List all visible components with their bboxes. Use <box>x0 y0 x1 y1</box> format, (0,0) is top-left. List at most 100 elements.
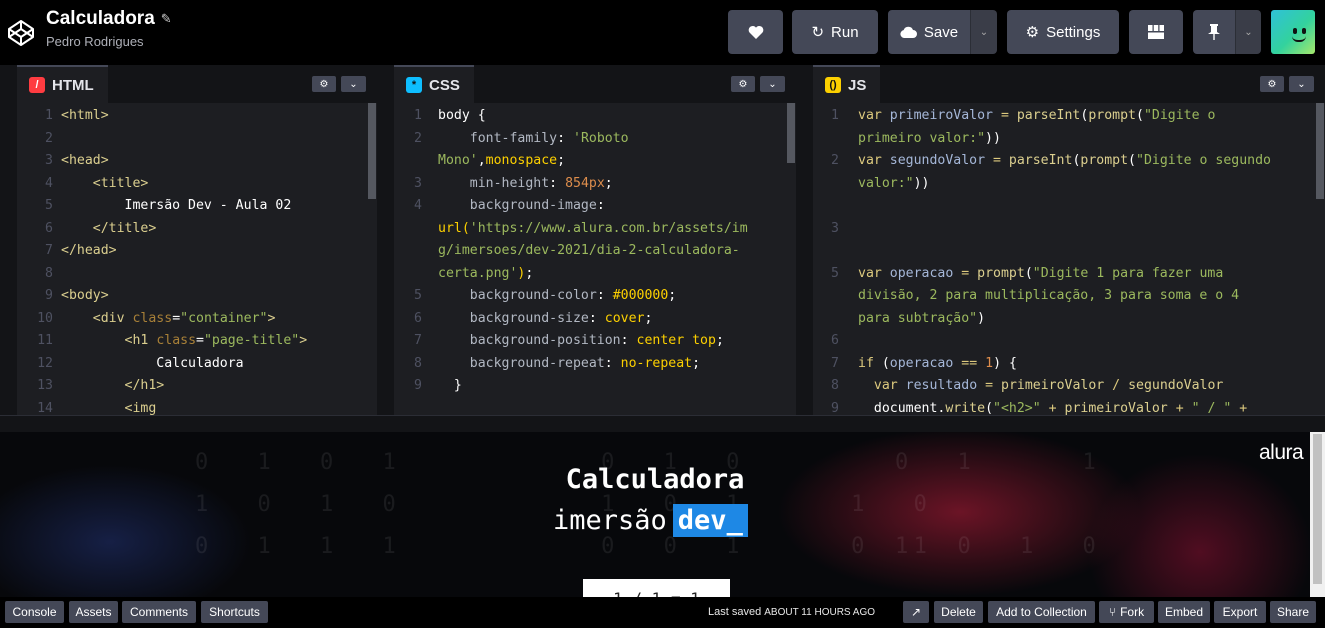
run-label: Run <box>831 23 859 41</box>
code-line: url('https://www.alura.com.br/assets/im <box>438 220 748 236</box>
preview-scrollbar[interactable] <box>1310 432 1325 597</box>
delete-button[interactable]: Delete <box>934 601 983 623</box>
code-line: 9 <body> <box>45 288 109 303</box>
last-saved-status: Last saved ABOUT 11 HOURS AGO <box>708 606 875 618</box>
html-collapse-button[interactable]: ⌄ <box>341 76 366 92</box>
gear-icon: ⚙ <box>319 78 329 90</box>
save-dropdown-button[interactable]: ⌄ <box>970 10 997 54</box>
code-line: 5 background-color: #000000; <box>414 288 677 303</box>
html-editor-pane: / HTML ⚙ ⌄ 1 <html> 2 3 <head> 4 <title> 5… <box>17 65 377 415</box>
code-line: 6 </title> <box>45 220 157 236</box>
code-line: 3 <head> <box>45 153 109 168</box>
css-code[interactable]: 1 body { 2 font-family: 'Roboto Mono',mon… <box>394 103 796 415</box>
css-collapse-button[interactable]: ⌄ <box>760 76 785 92</box>
settings-button[interactable]: ⚙ Settings <box>1007 10 1119 54</box>
shortcuts-button[interactable]: Shortcuts <box>201 601 268 623</box>
css-scrollbar[interactable] <box>786 103 796 415</box>
tab-html-label: HTML <box>52 76 94 94</box>
last-saved-label: Last saved <box>708 606 762 618</box>
js-collapse-button[interactable]: ⌄ <box>1289 76 1314 92</box>
editor-panes: / HTML ⚙ ⌄ 1 <html> 2 3 <head> 4 <title> 5… <box>0 65 1325 415</box>
pencil-icon[interactable]: ✎ <box>161 11 172 27</box>
code-line: 7 background-position: center top; <box>414 333 724 348</box>
change-view-button[interactable] <box>1129 10 1183 54</box>
preview-frame[interactable]: 0 1 0 1 0 1 0 1 0 1 0 1 0 1 1 0 0 1 1 1 … <box>0 432 1325 597</box>
chevron-down-icon: ⌄ <box>349 78 358 90</box>
open-external-button[interactable]: ↗ <box>903 601 929 623</box>
code-line: 7 if (operacao == 1) { <box>831 355 1017 371</box>
tab-html[interactable]: / HTML <box>17 65 108 103</box>
add-to-collection-button[interactable]: Add to Collection <box>988 601 1095 623</box>
comments-button[interactable]: Comments <box>122 601 196 623</box>
preview-title: Calculadora <box>565 464 745 495</box>
pen-author[interactable]: Pedro Rodrigues <box>46 34 172 49</box>
embed-button[interactable]: Embed <box>1158 601 1210 623</box>
code-line: 6 background-size: cover; <box>414 310 653 326</box>
chevron-down-icon: ⌄ <box>979 26 989 38</box>
result-box: 1 / 1 = 1 <box>583 579 730 597</box>
heart-button[interactable] <box>728 10 783 54</box>
pin-icon <box>1208 24 1220 40</box>
refresh-icon: ↻ <box>811 24 825 41</box>
tab-css-label: CSS <box>429 76 460 94</box>
code-line: 4 background-image: <box>414 198 605 213</box>
pen-title[interactable]: Calculadora <box>46 8 155 30</box>
code-line: 13 </h1> <box>37 378 165 393</box>
alura-logo: alura <box>1259 441 1304 464</box>
run-button[interactable]: ↻ Run <box>792 10 878 54</box>
js-code[interactable]: 1 var primeiroValor = parseInt(prompt("Di… <box>813 103 1325 415</box>
settings-label: Settings <box>1046 23 1101 41</box>
css-editor-pane: * CSS ⚙ ⌄ 1 body { 2 font-family: 'Roboto… <box>394 65 796 415</box>
fork-icon: ⑂ <box>1108 605 1117 619</box>
html-settings-button[interactable]: ⚙ <box>312 76 336 92</box>
code-line: 8 <box>45 265 53 281</box>
share-button[interactable]: Share <box>1270 601 1316 623</box>
code-line: para subtração") <box>858 310 986 326</box>
html-code[interactable]: 1 <html> 2 3 <head> 4 <title> 5 Imersão De… <box>17 103 377 415</box>
export-button[interactable]: Export <box>1214 601 1266 623</box>
code-line: 7 </head> <box>45 243 117 258</box>
code-line: 4 <title> <box>45 175 149 191</box>
js-settings-button[interactable]: ⚙ <box>1260 76 1284 92</box>
grid-icon <box>1148 25 1164 39</box>
assets-button[interactable]: Assets <box>69 601 118 623</box>
tab-css[interactable]: * CSS <box>394 65 474 103</box>
js-icon: () <box>825 77 841 93</box>
avatar[interactable] <box>1271 10 1315 54</box>
tab-js[interactable]: () JS <box>813 65 881 103</box>
resize-handle[interactable] <box>0 415 1325 432</box>
code-line: 8 var resultado = primeiroValor / segund… <box>831 378 1224 393</box>
code-line: 1 var primeiroValor = parseInt(prompt("Di… <box>831 108 1216 123</box>
code-line: 1 <html> <box>45 108 109 123</box>
pin-button[interactable] <box>1193 10 1235 54</box>
console-button[interactable]: Console <box>5 601 64 623</box>
code-line: 3 min-height: 854px; <box>414 175 613 191</box>
code-line: 2 font-family: 'Roboto <box>414 130 629 146</box>
subtitle-plain: imersão <box>553 505 667 536</box>
codepen-logo-icon[interactable] <box>6 18 36 48</box>
code-line: g/imersoes/dev-2021/dia-2-calculadora- <box>438 243 740 258</box>
tab-js-label: JS <box>848 76 867 94</box>
pin-dropdown-button[interactable]: ⌄ <box>1235 10 1261 54</box>
fork-button[interactable]: ⑂ Fork <box>1099 601 1154 623</box>
code-line: valor:")) <box>858 175 930 191</box>
code-line: 2 <box>45 130 53 146</box>
code-line: 5 var operacao = prompt("Digite 1 para fa… <box>831 265 1224 281</box>
code-line: certa.png'); <box>438 265 534 281</box>
background-digits: 1 0 1 0 <box>895 534 1114 559</box>
code-line: 1 body { <box>414 108 486 123</box>
code-line: 9 } <box>414 378 462 393</box>
js-scrollbar[interactable] <box>1315 103 1325 415</box>
html-icon: / <box>29 77 45 93</box>
top-header: Calculadora ✎ Pedro Rodrigues ↻ Run Save… <box>0 0 1325 65</box>
save-button[interactable]: Save <box>888 10 970 54</box>
gear-icon: ⚙ <box>1025 24 1040 41</box>
background-digits: 0 1 1 1 0 0 1 0 1 <box>195 534 945 559</box>
html-scrollbar[interactable] <box>367 103 377 415</box>
pen-title-block: Calculadora ✎ Pedro Rodrigues <box>46 8 172 49</box>
css-icon: * <box>406 77 422 93</box>
chevron-down-icon: ⌄ <box>1297 78 1306 90</box>
css-settings-button[interactable]: ⚙ <box>731 76 755 92</box>
